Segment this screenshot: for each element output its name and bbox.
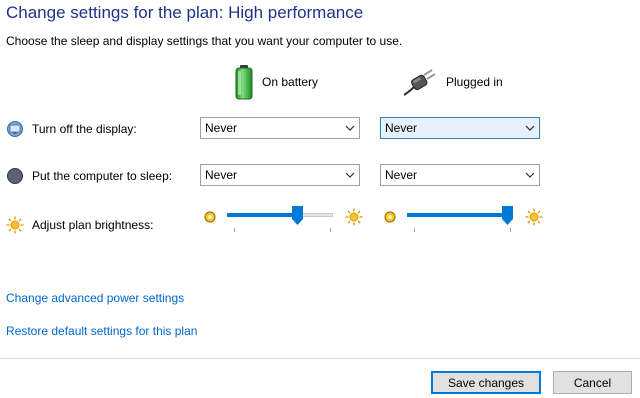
row-put-to-sleep: Put the computer to sleep: xyxy=(6,164,172,188)
chevron-down-icon xyxy=(341,118,359,138)
brightness-plugged-in-slider-group xyxy=(383,206,543,232)
save-changes-button[interactable]: Save changes xyxy=(431,371,541,394)
turn-off-display-label: Turn off the display: xyxy=(32,122,137,136)
chevron-down-icon xyxy=(341,165,359,185)
brightness-on-battery-slider-group xyxy=(203,206,363,232)
plugged-in-label: Plugged in xyxy=(446,75,503,89)
brightness-sun-icon xyxy=(6,216,24,234)
brightness-plugged-in-slider-thumb[interactable] xyxy=(502,206,513,225)
brightness-low-icon xyxy=(384,211,396,223)
brightness-high-icon xyxy=(525,208,543,226)
select-value: Never xyxy=(385,121,418,135)
page-title: Change settings for the plan: High perfo… xyxy=(6,3,364,22)
cancel-button[interactable]: Cancel xyxy=(553,371,632,394)
brightness-on-battery-slider-thumb[interactable] xyxy=(291,206,303,225)
sleep-moon-icon xyxy=(7,168,23,184)
sleep-plugged-in-select[interactable]: Never xyxy=(380,164,540,186)
brightness-high-icon xyxy=(345,208,363,226)
select-value: Never xyxy=(205,121,238,135)
battery-icon xyxy=(235,65,253,100)
adjust-brightness-label: Adjust plan brightness: xyxy=(32,218,154,232)
power-plug-icon xyxy=(403,69,436,96)
slider-fill xyxy=(407,213,508,217)
select-value: Never xyxy=(205,168,238,182)
slider-tick xyxy=(330,228,331,232)
display-off-on-battery-select[interactable]: Never xyxy=(200,117,360,139)
restore-default-settings-link[interactable]: Restore default settings for this plan xyxy=(6,324,197,338)
change-advanced-power-settings-link[interactable]: Change advanced power settings xyxy=(6,291,184,305)
put-to-sleep-label: Put the computer to sleep: xyxy=(32,169,173,183)
slider-tick xyxy=(510,228,511,232)
sleep-on-battery-select[interactable]: Never xyxy=(200,164,360,186)
chevron-down-icon xyxy=(521,118,539,138)
display-icon xyxy=(7,121,23,137)
on-battery-label: On battery xyxy=(262,75,319,89)
column-header-on-battery: On battery xyxy=(234,64,318,100)
display-off-plugged-in-select[interactable]: Never xyxy=(380,117,540,139)
slider-tick xyxy=(414,228,415,232)
column-header-plugged-in: Plugged in xyxy=(402,64,503,100)
row-adjust-brightness: Adjust plan brightness: xyxy=(6,213,153,237)
footer-divider xyxy=(0,358,640,359)
chevron-down-icon xyxy=(521,165,539,185)
power-plan-settings-window: Change settings for the plan: High perfo… xyxy=(0,0,640,398)
row-turn-off-display: Turn off the display: xyxy=(6,117,137,141)
select-value: Never xyxy=(385,168,418,182)
page-subtitle: Choose the sleep and display settings th… xyxy=(6,34,403,48)
brightness-low-icon xyxy=(204,211,216,223)
slider-tick xyxy=(234,228,235,232)
slider-fill xyxy=(227,213,298,217)
